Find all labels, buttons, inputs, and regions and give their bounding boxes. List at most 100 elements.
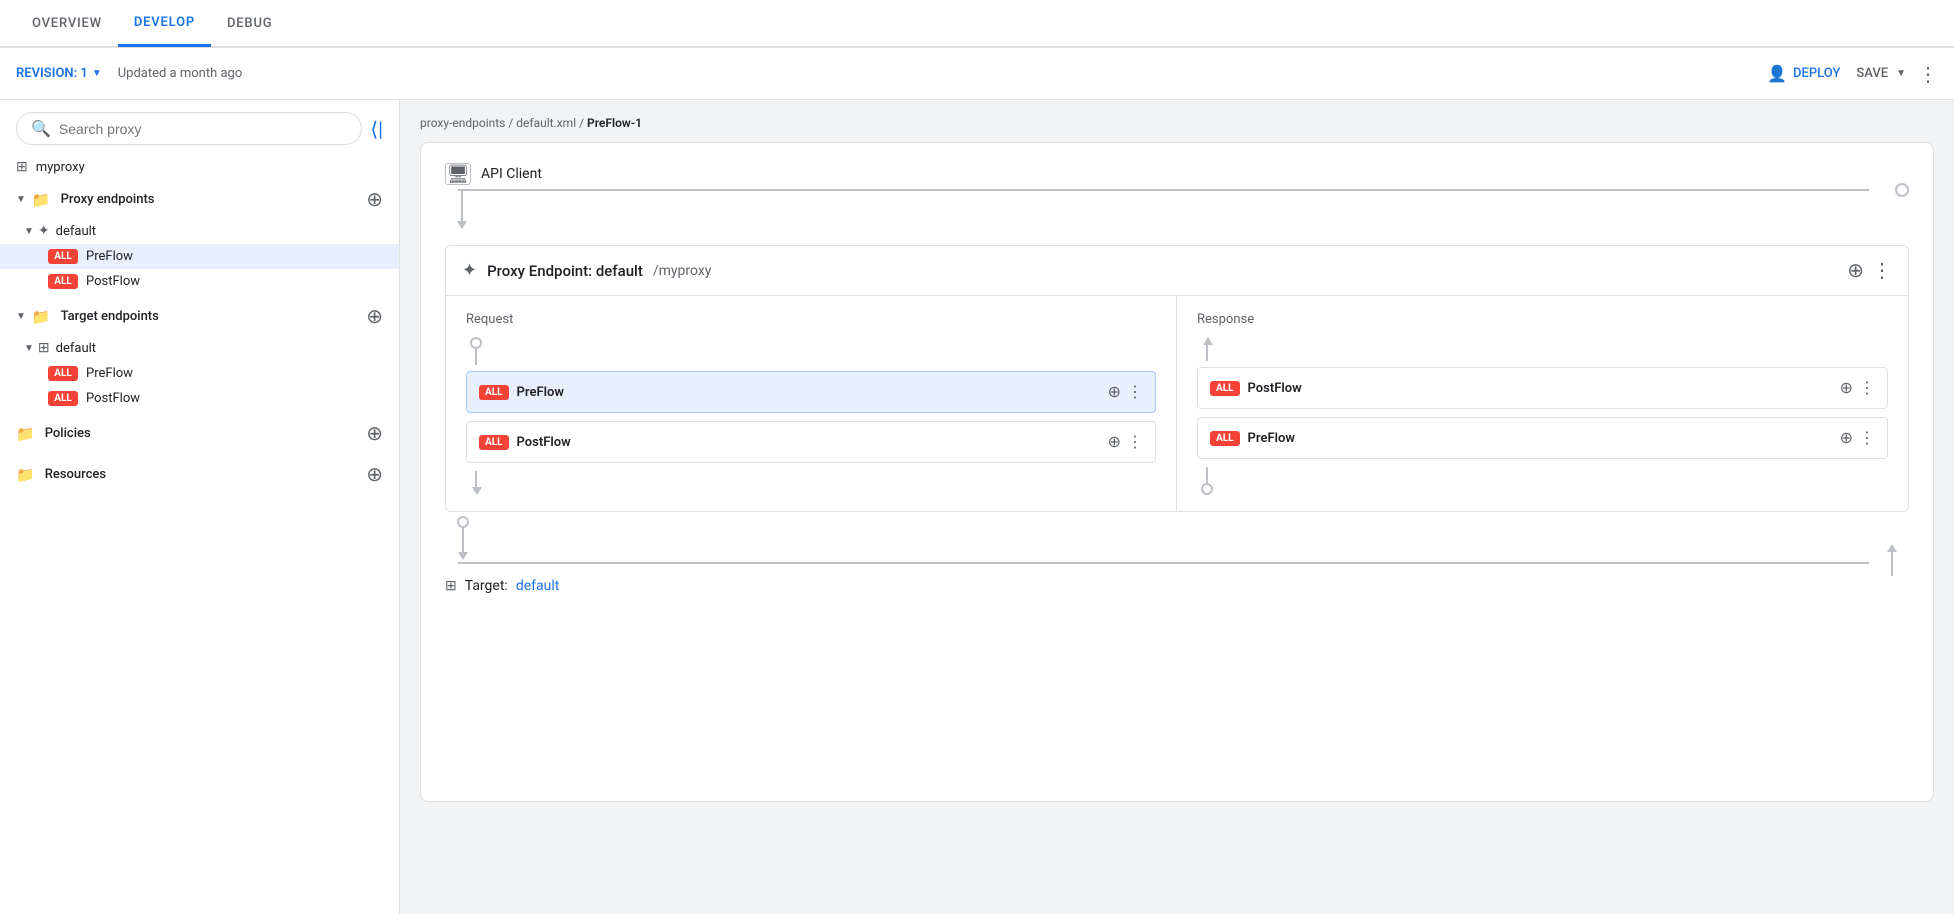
request-postflow-add-button[interactable]: ⊕ bbox=[1108, 432, 1121, 452]
save-label: SAVE bbox=[1856, 66, 1888, 81]
request-preflow-more-button[interactable]: ⋮ bbox=[1127, 382, 1143, 402]
response-panel: Response ALL PostFlow bbox=[1177, 296, 1908, 511]
policies-folder-icon: 📁 bbox=[16, 425, 35, 443]
target-preflow-label: PreFlow bbox=[86, 366, 133, 381]
response-preflow-more-button[interactable]: ⋮ bbox=[1859, 428, 1875, 448]
target-link[interactable]: default bbox=[516, 578, 560, 594]
proxy-preflow-item[interactable]: ALL PreFlow bbox=[0, 244, 399, 269]
breadcrumb-path: proxy-endpoints / default.xml / bbox=[420, 116, 587, 130]
proxy-endpoint-block: ✦ Proxy Endpoint: default /myproxy ⊕ ⋮ R… bbox=[445, 245, 1909, 512]
save-chevron-icon: ▼ bbox=[1896, 68, 1906, 79]
proxy-endpoints-label: Proxy endpoints bbox=[61, 192, 155, 207]
target-endpoints-folder-icon: 📁 bbox=[32, 308, 51, 326]
api-client-label: API Client bbox=[481, 166, 542, 182]
search-box[interactable]: 🔍 bbox=[16, 112, 362, 145]
deploy-person-icon: 👤 bbox=[1767, 64, 1787, 83]
response-label: Response bbox=[1197, 312, 1888, 327]
bottom-left-circle bbox=[457, 516, 469, 528]
api-client-monitor-icon: 🖥 bbox=[445, 163, 471, 185]
target-endpoints-add-button[interactable]: ⊕ bbox=[366, 304, 383, 329]
proxy-postflow-item[interactable]: ALL PostFlow bbox=[0, 269, 399, 294]
response-preflow-row[interactable]: ALL PreFlow ⊕ ⋮ bbox=[1197, 417, 1888, 459]
target-preflow-badge: ALL bbox=[48, 366, 78, 381]
request-postflow-more-button[interactable]: ⋮ bbox=[1127, 432, 1143, 452]
response-preflow-label: PreFlow bbox=[1248, 431, 1295, 446]
proxy-preflow-label: PreFlow bbox=[86, 249, 133, 264]
request-panel: Request ALL PreFlow bbox=[446, 296, 1177, 511]
collapse-sidebar-button[interactable]: ⟨| bbox=[370, 117, 383, 141]
proxy-endpoints-chevron-icon: ▼ bbox=[16, 194, 26, 205]
target-endpoints-chevron-icon: ▼ bbox=[16, 311, 26, 322]
proxy-default-diamond-icon: ✦ bbox=[38, 223, 50, 239]
proxy-endpoints-header[interactable]: ▼ 📁 Proxy endpoints ⊕ bbox=[0, 181, 399, 218]
response-postflow-row[interactable]: ALL PostFlow ⊕ ⋮ bbox=[1197, 367, 1888, 409]
resources-folder-icon: 📁 bbox=[16, 466, 35, 484]
policies-add-button[interactable]: ⊕ bbox=[366, 421, 383, 446]
proxy-default-item[interactable]: ▼ ✦ default bbox=[0, 218, 399, 244]
proxy-endpoint-more-button[interactable]: ⋮ bbox=[1872, 258, 1892, 283]
proxy-endpoints-add-button[interactable]: ⊕ bbox=[366, 187, 383, 212]
proxy-default-chevron-icon: ▼ bbox=[24, 226, 34, 237]
target-default-grid-icon: ⊞ bbox=[38, 340, 50, 356]
target-preflow-item[interactable]: ALL PreFlow bbox=[0, 361, 399, 386]
top-right-circle bbox=[1895, 183, 1909, 197]
tab-develop[interactable]: DEVELOP bbox=[118, 1, 211, 47]
tab-overview[interactable]: OVERVIEW bbox=[16, 1, 118, 47]
proxy-endpoint-label: Proxy Endpoint: default bbox=[487, 262, 643, 280]
myproxy-grid-icon: ⊞ bbox=[16, 159, 28, 175]
target-default-item[interactable]: ▼ ⊞ default bbox=[0, 335, 399, 361]
save-button[interactable]: SAVE ▼ bbox=[1856, 66, 1906, 81]
search-input[interactable] bbox=[59, 121, 347, 137]
resources-header[interactable]: 📁 Resources ⊕ bbox=[0, 456, 399, 493]
myproxy-label: myproxy bbox=[36, 160, 85, 175]
policies-section: 📁 Policies ⊕ bbox=[0, 415, 399, 452]
search-icon: 🔍 bbox=[31, 119, 51, 138]
sidebar-search-row: 🔍 ⟨| bbox=[0, 100, 399, 153]
proxy-endpoint-add-button[interactable]: ⊕ bbox=[1847, 258, 1864, 283]
request-postflow-badge: ALL bbox=[479, 435, 509, 450]
request-preflow-row[interactable]: ALL PreFlow ⊕ ⋮ bbox=[466, 371, 1156, 413]
main-layout: 🔍 ⟨| ⊞ myproxy ▼ 📁 Proxy endpoints ⊕ ▼ bbox=[0, 100, 1954, 914]
revision-chevron-icon: ▼ bbox=[92, 68, 102, 79]
proxy-endpoint-path: /myproxy bbox=[653, 263, 712, 279]
top-nav: OVERVIEW DEVELOP DEBUG bbox=[0, 0, 1954, 48]
toolbar: REVISION: 1 ▼ Updated a month ago 👤 DEPL… bbox=[0, 48, 1954, 100]
target-default-label: default bbox=[56, 341, 96, 356]
resources-section: 📁 Resources ⊕ bbox=[0, 456, 399, 493]
resources-add-button[interactable]: ⊕ bbox=[366, 462, 383, 487]
revision-label: REVISION: 1 bbox=[16, 66, 88, 81]
target-endpoints-header[interactable]: ▼ 📁 Target endpoints ⊕ bbox=[0, 298, 399, 335]
resources-label: Resources bbox=[45, 467, 106, 482]
target-endpoints-section: ▼ 📁 Target endpoints ⊕ ▼ ⊞ default ALL P… bbox=[0, 298, 399, 411]
request-top-circle bbox=[470, 337, 482, 349]
proxy-endpoints-section: ▼ 📁 Proxy endpoints ⊕ ▼ ✦ default ALL Pr… bbox=[0, 181, 399, 294]
request-preflow-label: PreFlow bbox=[517, 385, 564, 400]
target-default-chevron-icon: ▼ bbox=[24, 343, 34, 354]
proxy-endpoints-folder-icon: 📁 bbox=[32, 191, 51, 209]
target-postflow-badge: ALL bbox=[48, 391, 78, 406]
response-postflow-more-button[interactable]: ⋮ bbox=[1859, 378, 1875, 398]
revision-selector[interactable]: REVISION: 1 ▼ bbox=[16, 66, 102, 81]
request-preflow-badge: ALL bbox=[479, 385, 509, 400]
updated-text: Updated a month ago bbox=[118, 66, 243, 81]
response-preflow-badge: ALL bbox=[1210, 431, 1240, 446]
api-client-row: 🖥 API Client bbox=[445, 163, 1909, 185]
request-postflow-row[interactable]: ALL PostFlow ⊕ ⋮ bbox=[466, 421, 1156, 463]
target-postflow-item[interactable]: ALL PostFlow bbox=[0, 386, 399, 411]
proxy-default-label: default bbox=[56, 224, 96, 239]
policies-header[interactable]: 📁 Policies ⊕ bbox=[0, 415, 399, 452]
myproxy-item[interactable]: ⊞ myproxy bbox=[0, 153, 399, 181]
sidebar: 🔍 ⟨| ⊞ myproxy ▼ 📁 Proxy endpoints ⊕ ▼ bbox=[0, 100, 400, 914]
response-postflow-label: PostFlow bbox=[1248, 381, 1302, 396]
toolbar-more-button[interactable]: ⋮ bbox=[1918, 62, 1938, 86]
deploy-button[interactable]: 👤 DEPLOY bbox=[1767, 64, 1840, 83]
top-connector bbox=[445, 189, 1909, 241]
response-preflow-add-button[interactable]: ⊕ bbox=[1840, 428, 1853, 448]
response-postflow-add-button[interactable]: ⊕ bbox=[1840, 378, 1853, 398]
policies-label: Policies bbox=[45, 426, 91, 441]
proxy-endpoint-diamond-icon: ✦ bbox=[462, 260, 477, 281]
breadcrumb: proxy-endpoints / default.xml / PreFlow-… bbox=[420, 116, 1934, 130]
tab-debug[interactable]: DEBUG bbox=[211, 1, 288, 47]
request-postflow-label: PostFlow bbox=[517, 435, 571, 450]
request-preflow-add-button[interactable]: ⊕ bbox=[1108, 382, 1121, 402]
